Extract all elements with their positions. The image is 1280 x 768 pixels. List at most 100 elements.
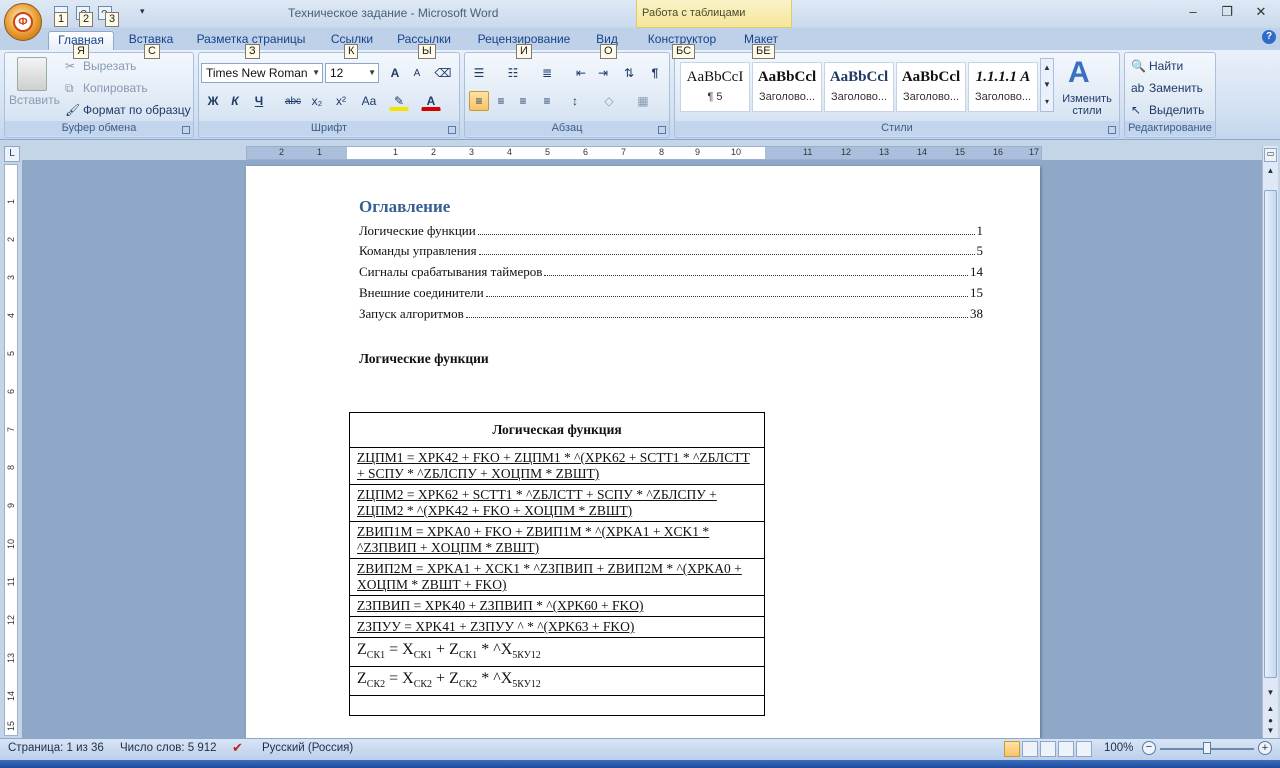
- increase-indent-icon[interactable]: ⇥: [593, 63, 613, 83]
- full-screen-reading-icon[interactable]: [1022, 741, 1038, 757]
- logic-table[interactable]: Логическая функция ZЦПМ1 = XPK42 + FKO +…: [349, 412, 765, 717]
- select-browse-object-icon[interactable]: ●: [1264, 716, 1277, 726]
- shading-icon[interactable]: ◇: [599, 91, 619, 111]
- table-cell[interactable]: ZЦПМ2 = XPK62 + SCTT1 * ^ZБЛСТТ + SCПУ *…: [349, 484, 765, 522]
- next-page-icon[interactable]: ▼: [1264, 726, 1277, 738]
- proofing-icon[interactable]: ✔: [232, 740, 243, 756]
- formula-subscript: СК1: [366, 650, 386, 662]
- office-button[interactable]: Ф: [4, 3, 42, 41]
- table-cell[interactable]: ZЦПМ1 = XPK42 + FKO + ZЦПМ1 * ^(XPK62 + …: [349, 447, 765, 485]
- align-right-icon[interactable]: ≡: [513, 91, 533, 111]
- table-cell[interactable]: ZBИП1M = XPKA0 + FKO + ZBИП1M * ^(XPKA1 …: [349, 521, 765, 559]
- align-center-icon[interactable]: ≡: [491, 91, 511, 111]
- zoom-slider-thumb[interactable]: [1203, 742, 1211, 754]
- table-row: ZЦПМ1 = XPK42 + FKO + ZЦПМ1 * ^(XPK62 + …: [349, 447, 765, 485]
- font-size-select[interactable]: 12 ▼: [325, 63, 379, 83]
- help-icon[interactable]: ?: [1262, 30, 1276, 44]
- toc-entry[interactable]: Логические функции 1: [359, 219, 983, 239]
- toc-entry[interactable]: Запуск алгоритмов 38: [359, 302, 983, 322]
- tab-selector-icon[interactable]: L: [4, 146, 20, 162]
- horizontal-ruler[interactable]: 2 1 1 2 3 4 5 6 7 8 9 10 11 12 13 14 15 …: [246, 146, 1042, 160]
- toc-entry[interactable]: Команды управления 5: [359, 239, 983, 259]
- draft-icon[interactable]: [1076, 741, 1092, 757]
- scrollbar-thumb[interactable]: [1264, 190, 1277, 678]
- formula-part: Z: [357, 641, 367, 658]
- styles-dialog-launcher[interactable]: [1108, 126, 1116, 134]
- style-preview: 1.1.1.1 A: [975, 69, 1031, 85]
- table-cell[interactable]: ZЗПВИП = XPK40 + ZЗПВИП * ^(XPK60 + FKO): [349, 595, 765, 617]
- table-cell[interactable]: ZСК1 = XСК1 + ZСК1 * ^X5КУ12: [349, 636, 765, 668]
- prev-page-icon[interactable]: ▲: [1264, 704, 1277, 716]
- font-family-value: Times New Roman: [206, 66, 308, 80]
- decrease-indent-icon[interactable]: ⇤: [571, 63, 591, 83]
- copy-button[interactable]: Копировать: [83, 81, 148, 95]
- web-layout-icon[interactable]: [1040, 741, 1056, 757]
- vertical-ruler[interactable]: 1 2 3 4 5 6 7 8 9 10 11 12 13 14 15: [4, 164, 18, 736]
- minimize-button[interactable]: –: [1180, 4, 1206, 22]
- style-item-2[interactable]: AaBbCcl Заголово...: [752, 62, 822, 112]
- table-header[interactable]: Логическая функция: [349, 412, 765, 448]
- replace-button[interactable]: Заменить: [1149, 81, 1203, 95]
- sort-icon[interactable]: ⇅: [619, 63, 639, 83]
- table-cell[interactable]: ZBИП2M = XPKA1 + XCK1 * ^ZЗПВИП + ZBИП2M…: [349, 558, 765, 596]
- borders-icon[interactable]: ▦: [633, 91, 653, 111]
- strikethrough-button[interactable]: abc: [283, 91, 303, 111]
- print-layout-icon[interactable]: [1004, 741, 1020, 757]
- bullets-icon[interactable]: ☰: [469, 63, 489, 83]
- paste-icon[interactable]: [17, 57, 47, 91]
- styles-scroll[interactable]: ▲ ▼ ▾: [1040, 58, 1054, 112]
- qat-customize-icon[interactable]: ▾: [140, 6, 145, 17]
- superscript-button[interactable]: x²: [331, 91, 351, 111]
- style-item-5[interactable]: 1.1.1.1 A Заголово...: [968, 62, 1038, 112]
- change-case-button[interactable]: Aa: [357, 91, 381, 111]
- show-marks-button[interactable]: ¶: [645, 63, 665, 83]
- shrink-font-button[interactable]: A: [407, 63, 427, 83]
- table-cell[interactable]: ZЗПУУ = XPK41 + ZЗПУУ ^ * ^(XPK63 + FKO): [349, 616, 765, 638]
- change-styles-button[interactable]: Изменить стили: [1058, 93, 1116, 117]
- highlight-icon[interactable]: ✎: [389, 91, 409, 111]
- scroll-up-icon[interactable]: ▲: [1264, 166, 1277, 180]
- font-color-icon[interactable]: A: [421, 91, 441, 111]
- multilevel-list-icon[interactable]: ≣: [537, 63, 557, 83]
- style-item-3[interactable]: AaBbCcl Заголово...: [824, 62, 894, 112]
- zoom-in-icon[interactable]: +: [1258, 741, 1272, 755]
- close-button[interactable]: ✕: [1248, 4, 1274, 22]
- style-item-1[interactable]: AaBbCcI ¶ 5: [680, 62, 750, 112]
- toc-entry[interactable]: Сигналы срабатывания таймеров 14: [359, 260, 983, 280]
- underline-button[interactable]: Ч: [249, 91, 269, 111]
- ruler-number: 1: [6, 199, 16, 205]
- cut-button[interactable]: Вырезать: [83, 59, 136, 73]
- find-button[interactable]: Найти: [1149, 59, 1183, 73]
- font-family-select[interactable]: Times New Roman ▼: [201, 63, 323, 83]
- ruler-toggle-icon[interactable]: ▭: [1264, 148, 1277, 162]
- paragraph-dialog-launcher[interactable]: [658, 126, 666, 134]
- numbering-icon[interactable]: ☷: [503, 63, 523, 83]
- subscript-button[interactable]: x₂: [307, 91, 327, 111]
- outline-icon[interactable]: [1058, 741, 1074, 757]
- status-page[interactable]: Страница: 1 из 36: [8, 742, 104, 754]
- status-language[interactable]: Русский (Россия): [262, 742, 353, 754]
- table-cell[interactable]: ZСК2 = XСК2 + ZСК2 * ^X5КУ12: [349, 666, 765, 697]
- clear-formatting-icon[interactable]: ⌫: [433, 63, 453, 83]
- status-word-count[interactable]: Число слов: 5 912: [120, 742, 217, 754]
- italic-button[interactable]: К: [225, 91, 245, 111]
- grow-font-button[interactable]: A: [385, 63, 405, 83]
- format-painter-button[interactable]: Формат по образцу: [83, 103, 191, 117]
- line-spacing-icon[interactable]: ↕: [565, 91, 585, 111]
- section-heading: Логические функции: [359, 351, 489, 366]
- clipboard-dialog-launcher[interactable]: [182, 126, 190, 134]
- restore-button[interactable]: ❐: [1214, 4, 1240, 22]
- scroll-down-icon[interactable]: ▼: [1264, 688, 1277, 702]
- align-left-icon[interactable]: ≡: [469, 91, 489, 111]
- paste-button[interactable]: Вставить: [9, 93, 60, 107]
- zoom-out-icon[interactable]: −: [1142, 741, 1156, 755]
- font-dialog-launcher[interactable]: [448, 126, 456, 134]
- table-cell[interactable]: [349, 695, 765, 717]
- keytip-design: БС: [672, 44, 696, 59]
- select-button[interactable]: Выделить: [1149, 103, 1204, 117]
- bold-button[interactable]: Ж: [203, 91, 223, 111]
- justify-icon[interactable]: ≡: [537, 91, 557, 111]
- style-item-4[interactable]: AaBbCcl Заголово...: [896, 62, 966, 112]
- zoom-level[interactable]: 100%: [1104, 742, 1133, 754]
- toc-entry[interactable]: Внешние соединители 15: [359, 281, 983, 301]
